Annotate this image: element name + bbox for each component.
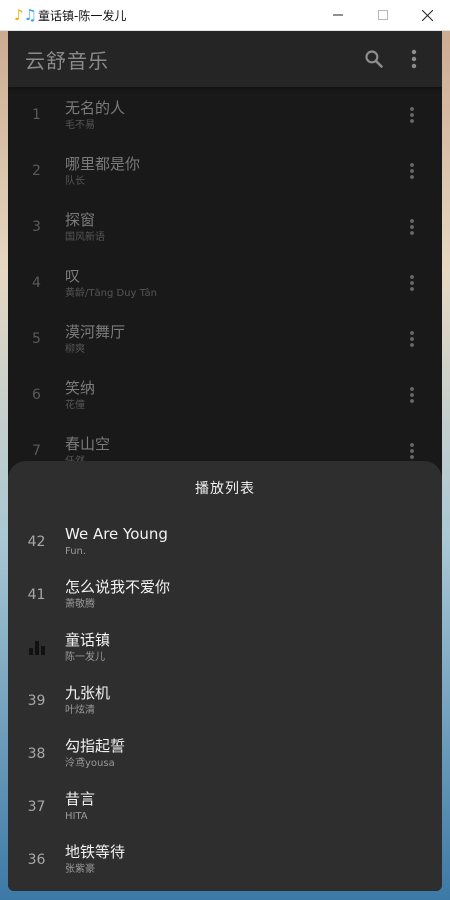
song-artist: 国风新语 (65, 231, 105, 243)
maximize-icon (377, 10, 388, 20)
song-more-button[interactable] (392, 263, 432, 303)
song-artist: 队长 (65, 175, 85, 187)
equalizer-icon (28, 640, 45, 655)
song-more-button[interactable] (392, 375, 432, 415)
song-title: 漠河舞厅 (65, 322, 126, 341)
playlist-item-artist: 萧敬腾 (65, 599, 95, 610)
search-button[interactable] (354, 39, 394, 79)
song-title: 叹 (65, 266, 81, 285)
app-title: 云舒音乐 (25, 48, 109, 73)
playlist-item-now-playing[interactable]: 童话镇 陈一发儿 (8, 621, 442, 674)
song-row[interactable]: 1 无名的人毛不易 (8, 87, 442, 143)
song-more-button[interactable] (392, 95, 432, 135)
playlist-item-title: 勾指起誓 (65, 737, 126, 755)
song-row[interactable]: 5 漠河舞厅柳爽 (8, 311, 442, 367)
playlist-item[interactable]: 41 怎么说我不爱你萧敬腾 (8, 568, 442, 621)
song-index: 7 (32, 443, 41, 459)
playlist-item-artist: 泠鸢yousa (65, 758, 115, 769)
playlist-item-index: 42 (27, 533, 46, 550)
song-list: 1 无名的人毛不易 2 哪里都是你队长 3 探窗国风新语 4 叹黄龄/Tăng … (8, 87, 442, 479)
minimize-icon (332, 14, 343, 16)
song-title: 春山空 (65, 434, 111, 453)
playlist-item-title: 怎么说我不爱你 (65, 578, 171, 596)
playlist-item[interactable]: 37 昔言 HITA (8, 780, 442, 833)
playlist-sheet: 播放列表 42 We Are Young Fun. 41 怎么说我不爱你萧敬腾 童… (8, 461, 442, 891)
playlist-item[interactable]: 39 九张机叶炫清 (8, 674, 442, 727)
song-artist: 花僮 (65, 399, 85, 411)
playlist-item-index: 36 (27, 851, 46, 868)
search-icon (365, 50, 383, 68)
playlist-item-index: 37 (27, 798, 46, 815)
playlist-item-artist: Fun. (65, 546, 87, 557)
window-title: 童话镇-陈一发儿 (38, 8, 127, 23)
more-vert-icon (410, 219, 414, 235)
song-title: 哪里都是你 (65, 154, 141, 173)
playlist-item-title: 童话镇 (65, 631, 111, 649)
close-button[interactable] (405, 0, 450, 31)
song-index: 3 (32, 219, 41, 235)
song-row[interactable]: 4 叹黄龄/Tăng Duy Tân (8, 255, 442, 311)
window-controls (315, 0, 450, 31)
minimize-button[interactable] (315, 0, 360, 31)
song-title: 无名的人 (65, 98, 126, 117)
more-options-button[interactable] (394, 39, 434, 79)
playlist-item[interactable]: 42 We Are Young Fun. (8, 515, 442, 568)
playlist-item-title: We Are Young (65, 525, 168, 543)
playlist-item-artist: 陈一发儿 (65, 652, 105, 663)
song-row[interactable]: 2 哪里都是你队长 (8, 143, 442, 199)
song-row[interactable]: 6 笑纳花僮 (8, 367, 442, 423)
song-more-button[interactable] (392, 319, 432, 359)
playlist-item-title: 昔言 (65, 790, 96, 808)
more-vert-icon (410, 387, 414, 403)
more-vert-icon (410, 107, 414, 123)
song-index: 5 (32, 331, 41, 347)
playlist-item[interactable]: 38 勾指起誓泠鸢yousa (8, 727, 442, 780)
window-titlebar: ♪♫ 童话镇-陈一发儿 (0, 0, 450, 31)
song-more-button[interactable] (392, 151, 432, 191)
song-title: 探窗 (65, 210, 96, 229)
more-vert-icon (410, 443, 414, 459)
playlist-item-artist: 张紫豪 (65, 864, 95, 875)
song-artist: 毛不易 (65, 119, 95, 131)
music-note-icon: ♪♫ (14, 5, 38, 24)
song-title: 笑纳 (65, 378, 96, 397)
app-bar: 云舒音乐 (8, 31, 442, 87)
song-index: 6 (32, 387, 41, 403)
more-vert-icon (410, 163, 414, 179)
app-window: 云舒音乐 1 无名的人 毛不易 2 哪里都是你 队长 3 探窗 国风新语 4 叹… (8, 31, 442, 891)
song-artist: 柳爽 (65, 343, 85, 355)
playlist-item-title: 地铁等待 (65, 843, 126, 861)
song-row[interactable]: 3 探窗国风新语 (8, 199, 442, 255)
song-index: 4 (32, 275, 41, 291)
playlist-item-index: 41 (27, 586, 46, 603)
playlist-item-artist: HITA (65, 811, 88, 822)
playlist-title: 播放列表 (195, 481, 255, 497)
playlist-item[interactable]: 36 地铁等待张紫豪 (8, 833, 442, 886)
playlist-item-index: 39 (27, 692, 46, 709)
song-artist: 黄龄/Tăng Duy Tân (65, 287, 158, 299)
more-vert-icon (410, 275, 414, 291)
close-icon (422, 9, 433, 21)
maximize-button[interactable] (360, 0, 405, 31)
more-vert-icon (411, 49, 417, 69)
playlist-item-index: 38 (27, 745, 46, 762)
now-playing-icon (8, 640, 65, 655)
song-more-button[interactable] (392, 207, 432, 247)
playlist-item-artist: 叶炫清 (65, 705, 95, 716)
playlist-item-title: 九张机 (65, 684, 111, 702)
song-index: 2 (32, 163, 41, 179)
song-index: 1 (32, 107, 41, 123)
more-vert-icon (410, 331, 414, 347)
